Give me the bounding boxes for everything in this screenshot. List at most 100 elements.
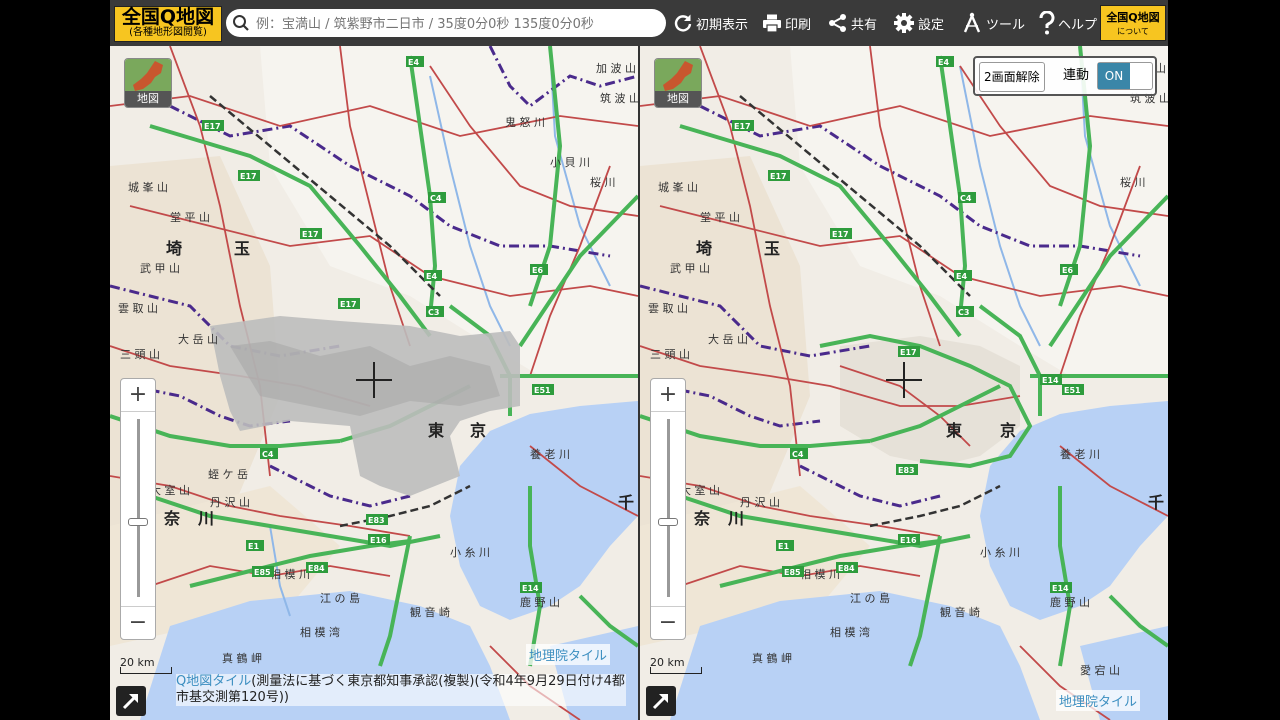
- road-badge: E1: [248, 542, 259, 551]
- layer-switch-button[interactable]: 地図: [124, 58, 172, 108]
- zoom-in-button[interactable]: +: [121, 379, 155, 412]
- map-label: 丹 沢 山: [740, 495, 780, 509]
- print-label: 印刷: [785, 17, 812, 33]
- map-label: 加 波 山: [596, 62, 636, 75]
- map-label: 千: [1148, 493, 1164, 512]
- layer-switch-label: 地図: [125, 91, 171, 107]
- reset-view-label: 初期表示: [696, 17, 749, 33]
- expand-button[interactable]: [116, 686, 146, 716]
- map-label: 武 甲 山: [670, 262, 710, 275]
- tools-button[interactable]: ツール: [961, 0, 1025, 46]
- map-label: 愛 宕 山: [1080, 663, 1120, 677]
- logo-title: 全国Q地図: [121, 6, 215, 28]
- expand-arrow-icon: [122, 694, 138, 710]
- road-badge: E51: [1064, 386, 1081, 395]
- about-title: 全国Q地図: [1106, 11, 1160, 24]
- map-label: 京: [1000, 421, 1016, 440]
- scale-bar: 20 km: [650, 656, 702, 674]
- road-badge: E17: [302, 230, 319, 239]
- logo-subtitle: (各種地形図閲覧): [129, 27, 207, 38]
- map-label: 相 模 湾: [830, 625, 870, 639]
- map-label: 堂 平 山: [700, 211, 740, 224]
- zoom-slider-track[interactable]: [667, 419, 670, 597]
- map-label: 埼: [166, 239, 182, 258]
- road-badge: E6: [1062, 266, 1073, 275]
- map-label: 堂 平 山: [170, 211, 210, 224]
- road-badge: E4: [938, 58, 949, 67]
- zoom-out-button[interactable]: −: [651, 606, 685, 639]
- dual-screen-off-button[interactable]: 2画面解除: [979, 62, 1045, 92]
- road-badge: E4: [408, 58, 419, 67]
- scale-label: 20 km: [650, 656, 685, 669]
- road-badge: E14: [1042, 376, 1059, 385]
- share-icon: [829, 14, 846, 32]
- road-badge: E17: [734, 122, 751, 131]
- zoom-control: + −: [650, 378, 686, 640]
- question-icon: [1039, 11, 1055, 35]
- zoom-slider-handle[interactable]: [658, 518, 678, 527]
- map-label: 江 の 島: [320, 591, 360, 605]
- road-badge: E85: [784, 568, 801, 577]
- gsi-attribution-link[interactable]: 地理院タイル: [526, 644, 611, 665]
- expand-button[interactable]: [646, 686, 676, 716]
- map-label: 鬼 怒 川: [505, 115, 545, 129]
- road-badge: C4: [792, 450, 804, 459]
- map-label: 蛭 ケ 岳: [208, 468, 248, 481]
- app-logo[interactable]: 全国Q地図 (各種地形図閲覧): [114, 6, 222, 42]
- map-label: 養 老 川: [530, 447, 570, 461]
- map-label: 雲 取 山: [648, 302, 688, 315]
- search-icon: [233, 15, 249, 31]
- map-label: 相 模 湾: [300, 625, 340, 639]
- map-label: 東: [946, 421, 962, 440]
- toolbar: 全国Q地図 (各種地形図閲覧) 初期表示 印刷: [110, 0, 1168, 46]
- reset-view-button[interactable]: 初期表示: [673, 0, 748, 46]
- map-label: 真 鶴 岬: [222, 651, 262, 665]
- road-badge: E17: [900, 348, 917, 357]
- tools-label: ツール: [986, 17, 1026, 33]
- map-label: 相 模 川: [800, 568, 840, 581]
- map-label: 大 岳 山: [178, 332, 218, 346]
- print-button[interactable]: 印刷: [762, 0, 811, 46]
- road-badge: E6: [532, 266, 543, 275]
- help-label: ヘルプ: [1058, 17, 1098, 33]
- map-label: 観 音 崎: [410, 605, 450, 619]
- right-map-pane[interactable]: 城 峯 山 堂 平 山 武 甲 山 雲 取 山 大 岳 山 三 頭 山 丹 沢 …: [640, 46, 1168, 720]
- zoom-in-button[interactable]: +: [651, 379, 685, 412]
- map-label: 玉: [764, 239, 780, 258]
- layer-switch-label: 地図: [655, 91, 701, 107]
- road-badge: E17: [832, 230, 849, 239]
- gsi-attribution-link[interactable]: 地理院タイル: [1056, 690, 1141, 711]
- settings-button[interactable]: 設定: [893, 0, 944, 46]
- road-badge: E17: [340, 300, 357, 309]
- road-badge: E17: [204, 122, 221, 131]
- layer-switch-button[interactable]: 地図: [654, 58, 702, 108]
- road-badge: C3: [958, 308, 969, 317]
- road-badge: E17: [770, 172, 787, 181]
- road-badge: E14: [1052, 584, 1069, 593]
- left-map-pane[interactable]: 城 峯 山 堂 平 山 武 甲 山 雲 取 山 大 岳 山 三 頭 山 蛭 ケ …: [110, 46, 638, 720]
- map-label: 大 室 山: [680, 483, 720, 497]
- crosshair-icon: [886, 362, 922, 398]
- road-badge: C4: [430, 194, 442, 203]
- map-label: 小 糸 川: [450, 546, 490, 559]
- map-label: 大 室 山: [150, 483, 190, 497]
- road-badge: E1: [778, 542, 789, 551]
- help-button[interactable]: ヘルプ: [1039, 0, 1097, 46]
- about-subtitle: について: [1117, 27, 1149, 36]
- zoom-slider-handle[interactable]: [128, 518, 148, 527]
- compass-icon: [963, 12, 981, 33]
- zoom-slider-track[interactable]: [137, 419, 140, 597]
- printer-icon: [763, 14, 781, 33]
- about-button[interactable]: 全国Q地図 について: [1100, 5, 1166, 41]
- share-button[interactable]: 共有: [828, 0, 877, 46]
- zoom-control: + −: [120, 378, 156, 640]
- map-label: 桜 川: [590, 175, 616, 189]
- map-label: 雲 取 山: [118, 302, 158, 315]
- sync-toggle[interactable]: ON: [1097, 62, 1153, 90]
- share-label: 共有: [851, 17, 878, 33]
- refresh-icon: [674, 14, 692, 32]
- zoom-out-button[interactable]: −: [121, 606, 155, 639]
- q-tile-link[interactable]: Q地図タイル: [176, 674, 251, 689]
- sync-label: 連動: [1063, 68, 1090, 83]
- search-input[interactable]: [254, 12, 658, 36]
